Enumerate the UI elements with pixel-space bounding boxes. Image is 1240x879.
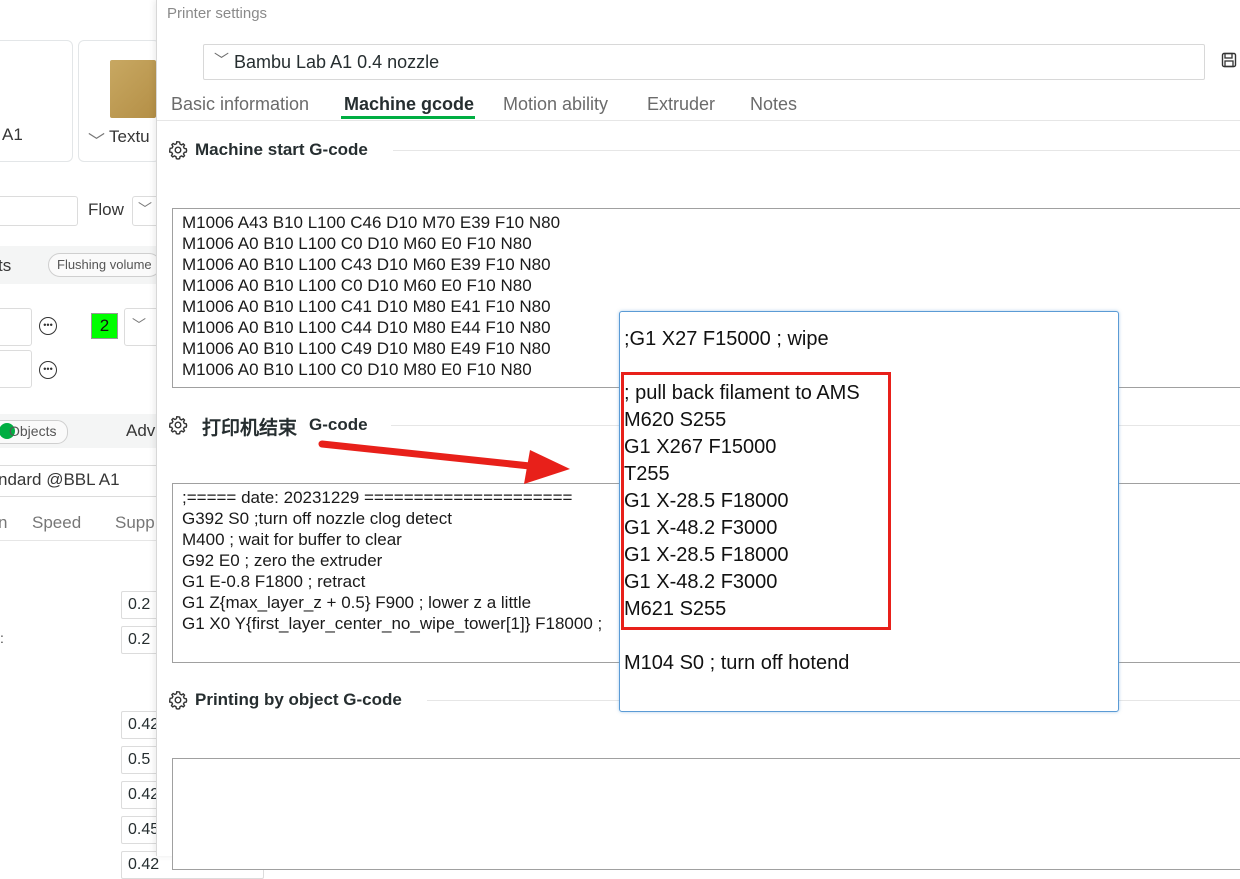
more-icon[interactable]: •••	[39, 317, 57, 335]
code-line: M1006 A43 B10 L100 C46 D10 M70 E39 F10 N…	[182, 213, 561, 232]
dialog-title: Printer settings	[167, 5, 268, 22]
gear-icon	[168, 415, 188, 435]
section-title-start-gcode: Machine start G-code	[195, 140, 368, 159]
code-line: M1006 A0 B10 L100 C0 D10 M60 E0 F10 N80	[182, 276, 532, 295]
filaments-label: ts	[0, 256, 12, 275]
section-title-object-gcode: Printing by object G-code	[195, 690, 402, 709]
tab-notes[interactable]: Notes	[750, 94, 797, 115]
tab-motion-ability[interactable]: Motion ability	[503, 94, 608, 115]
value-field[interactable]: 0.42	[121, 711, 161, 739]
gear-icon	[168, 690, 188, 710]
tab-basic-information[interactable]: Basic information	[171, 94, 309, 115]
tab-support[interactable]: Supp	[115, 513, 155, 533]
gear-icon	[168, 140, 188, 160]
filament-slot-1[interactable]	[0, 308, 32, 346]
value-field[interactable]: 0.42	[121, 781, 161, 809]
advanced-label[interactable]: Adv	[126, 421, 155, 441]
process-profile-label: ndard @BBL A1	[0, 470, 120, 489]
objects-label: Objects	[9, 423, 57, 439]
active-tab-indicator	[341, 116, 475, 119]
flushing-volume-button[interactable]: Flushing volume	[48, 253, 161, 277]
tabs-divider	[157, 120, 1240, 121]
object-gcode-editor[interactable]	[172, 758, 1240, 870]
chevron-down-icon: ﹀	[138, 201, 152, 217]
plate-thumbnail	[110, 60, 156, 118]
value-field[interactable]: 0.5	[121, 746, 161, 774]
filament-slot-2[interactable]	[0, 350, 32, 388]
printer-label: A1	[2, 125, 23, 144]
popup-code-line: M104 S0 ; turn off hotend	[624, 652, 850, 674]
value-field[interactable]: 0.2	[121, 626, 161, 654]
extruder-badge[interactable]: 2	[91, 313, 118, 339]
save-icon[interactable]	[1221, 52, 1237, 68]
flow-label: Flow	[88, 200, 124, 219]
tab-quality-partial[interactable]: n	[0, 513, 7, 533]
section-title-end-gcode-suffix: G-code	[309, 415, 368, 434]
label-fragment: :	[0, 630, 4, 646]
tab-extruder[interactable]: Extruder	[647, 94, 715, 115]
preset-select[interactable]: ﹀ Bambu Lab A1 0.4 nozzle	[203, 44, 1205, 80]
section-divider	[393, 150, 1240, 151]
value-field[interactable]: 0.2	[121, 591, 161, 619]
chevron-down-icon: ﹀	[132, 317, 146, 333]
plate-chevron-icon[interactable]: ﹀	[88, 127, 105, 152]
tab-machine-gcode[interactable]: Machine gcode	[344, 94, 474, 115]
value-field[interactable]: 0.45	[121, 816, 161, 844]
plate-label: Textu	[109, 127, 150, 146]
divider	[0, 540, 160, 541]
objects-toggle[interactable]: Objects	[0, 420, 68, 444]
section-title-end-gcode-cn: 打印机结束	[202, 418, 298, 439]
tab-speed[interactable]: Speed	[32, 513, 81, 533]
annotation-arrow	[318, 440, 570, 484]
code-line: M1006 A0 B10 L100 C43 D10 M60 E39 F10 N8…	[182, 255, 551, 274]
code-line: M1006 A0 B10 L100 C0 D10 M60 E0 F10 N80	[182, 234, 532, 253]
preset-name: Bambu Lab A1 0.4 nozzle	[234, 52, 440, 72]
flow-input[interactable]	[0, 196, 78, 226]
highlight-box	[621, 372, 891, 630]
popup-code-line: ;G1 X27 F15000 ; wipe	[624, 328, 829, 350]
chevron-down-icon: ﹀	[214, 52, 230, 69]
more-icon[interactable]: •••	[39, 361, 57, 379]
